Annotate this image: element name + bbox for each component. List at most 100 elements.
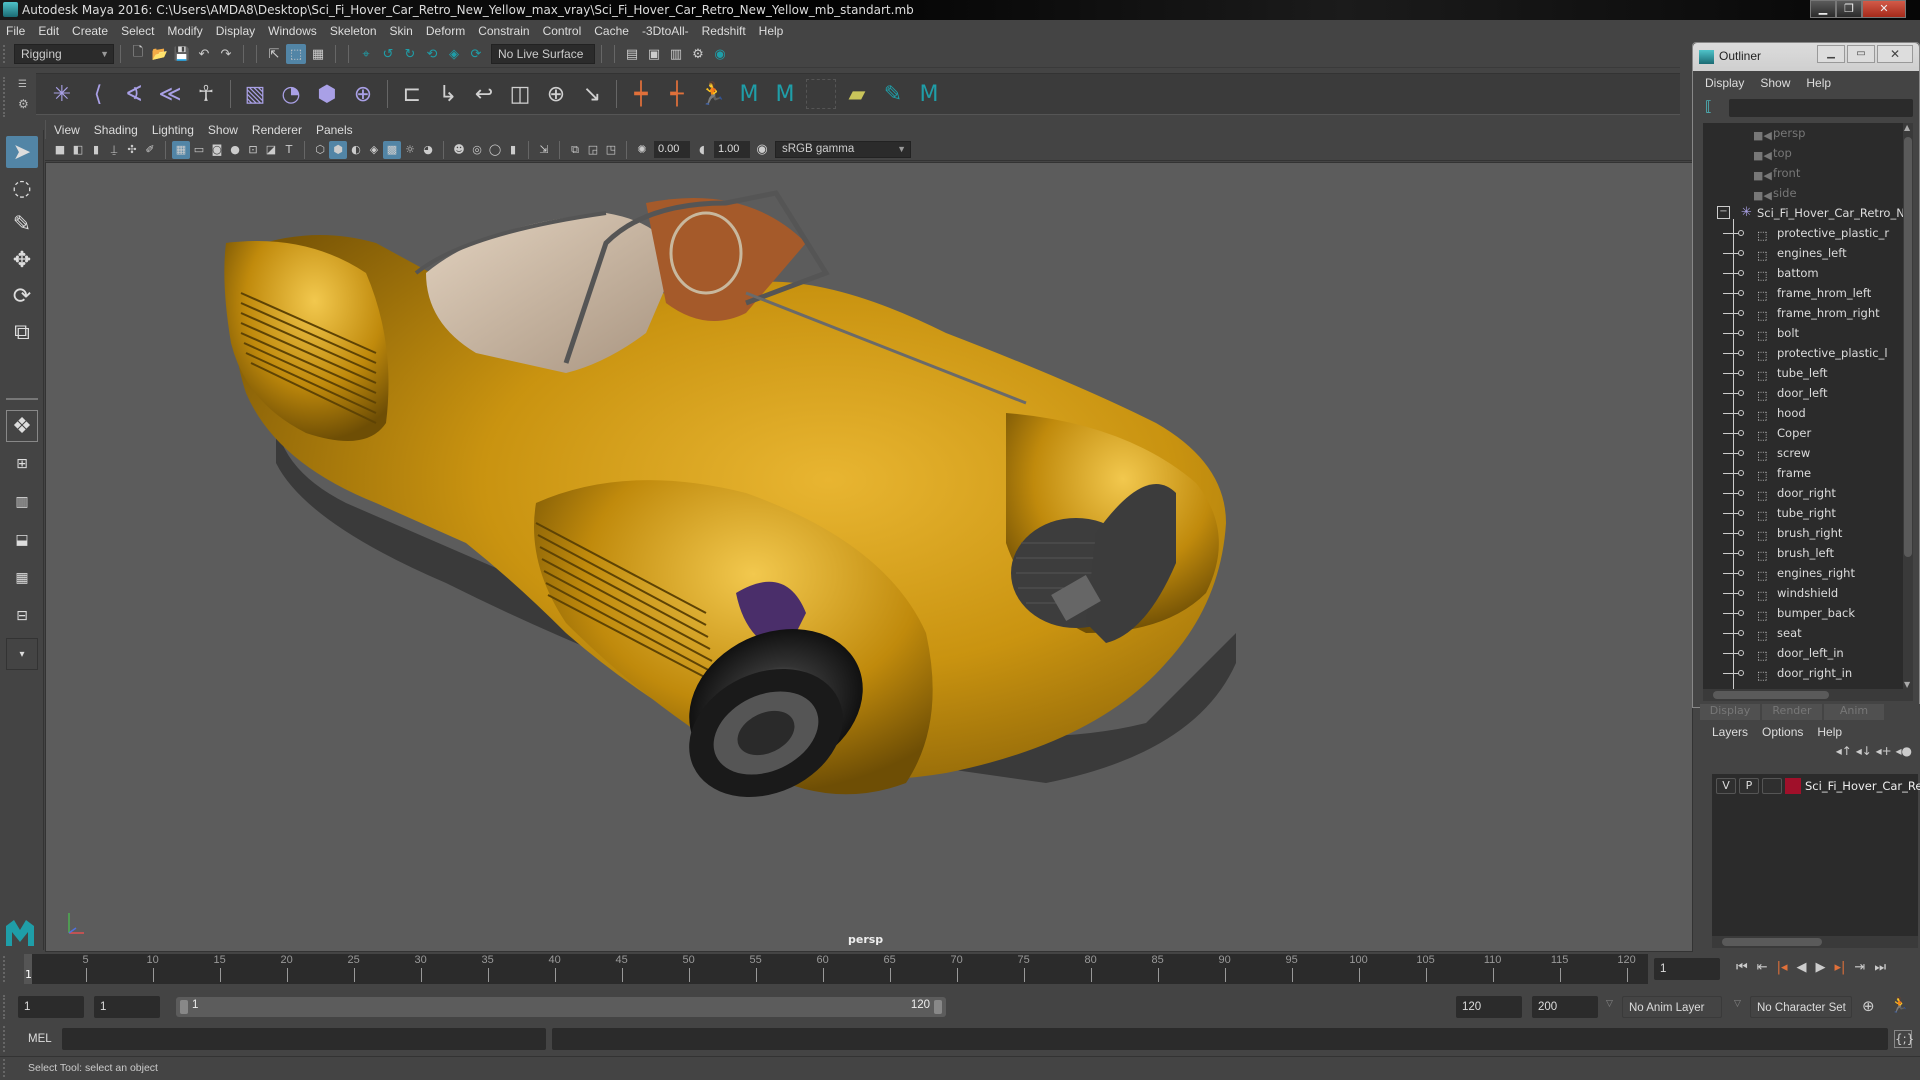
select-component-icon[interactable]: ▦ [308,44,328,64]
drag-grip[interactable] [3,956,7,982]
go-to-start-icon[interactable]: ⏮ [1736,960,1748,975]
filter-toggle-icon[interactable]: ⟦ [1705,99,1712,115]
menu-skeleton[interactable]: Skeleton [330,24,377,38]
animation-preferences-icon[interactable]: 🏃 [1890,996,1909,1014]
depth-of-field-icon[interactable]: ▮ [504,141,522,159]
tab-anim[interactable]: Anim [1824,704,1884,720]
image-plane-icon[interactable]: ⍊ [105,141,123,159]
xray-joints-icon[interactable]: ◳ [602,141,620,159]
chevron-down-icon[interactable]: ▽ [1734,999,1741,1009]
screen-space-ao-icon[interactable]: ☻ [450,141,468,159]
step-forward-key-icon[interactable]: ⇥ [1854,960,1865,975]
step-forward-frame-icon[interactable]: ▸| [1835,960,1846,975]
single-view-layout-icon[interactable]: ❖ [6,410,38,442]
layer-playback-toggle[interactable]: P [1739,778,1759,794]
smooth-bind-icon[interactable]: ◔ [276,79,306,109]
graph-persp-layout-icon[interactable]: ⬓ [6,524,38,556]
textured-icon[interactable]: ▩ [383,140,401,159]
snap-view-icon[interactable]: ⟲ [422,44,442,64]
layer-visibility-toggle[interactable]: V [1716,778,1736,794]
range-end-handle[interactable] [934,1000,942,1014]
new-layer-selected-icon[interactable]: ◂● [1896,744,1913,758]
layer-row[interactable]: V P Sci_Fi_Hover_Car_Retro [1716,776,1920,796]
grid-icon[interactable]: ▦ [172,140,190,159]
menu-control[interactable]: Control [543,24,582,38]
color-management-toggle-icon[interactable]: ◉ [753,141,771,159]
select-tool-icon[interactable]: ➤ [6,136,38,168]
menu-set-dropdown[interactable]: Rigging ▼ [14,44,114,64]
minimize-button[interactable]: ▁ [1810,0,1836,18]
scrollbar-thumb[interactable] [1713,691,1829,699]
scrollbar-thumb[interactable] [1904,137,1912,557]
lattice-icon[interactable]: ⬢ [312,79,342,109]
wireframe-on-shaded-icon[interactable]: ◈ [365,141,383,159]
anti-aliasing-icon[interactable]: ◯ [486,141,504,159]
script-editor-icon[interactable]: {;} [1894,1030,1914,1048]
snap-grid-icon[interactable]: ⌖ [356,44,376,64]
pole-vector-icon[interactable]: ↘ [577,79,607,109]
layer-menu-layers[interactable]: Layers [1712,725,1748,739]
new-layer-icon[interactable]: ◂+ [1876,744,1892,758]
panel-menu-lighting[interactable]: Lighting [152,123,194,137]
chevron-down-icon[interactable]: ▽ [1606,999,1613,1009]
outliner-menu-help[interactable]: Help [1806,76,1831,90]
parent-constraint-icon[interactable]: ⊏ [397,79,427,109]
xray-active-icon[interactable]: ◲ [584,141,602,159]
panel-menu-panels[interactable]: Panels [316,123,353,137]
empty-slot[interactable] [806,79,836,109]
camera-attributes-icon[interactable]: ◧ [69,141,87,159]
aim-constraint-icon[interactable]: ⊕ [541,79,571,109]
minimize-button[interactable]: ▁ [1817,45,1845,63]
two-d-pan-icon[interactable]: ✣ [123,141,141,159]
collapse-icon[interactable]: − [1717,206,1730,219]
step-back-key-icon[interactable]: ⇤ [1757,960,1768,975]
gamma-field[interactable]: 1.00 [714,141,750,158]
outliner-menu-show[interactable]: Show [1760,76,1790,90]
outliner-search-input[interactable] [1729,99,1913,117]
snap-point-icon[interactable]: ↻ [400,44,420,64]
resolution-gate-icon[interactable]: ◙ [208,141,226,159]
range-start-handle[interactable] [180,1000,188,1014]
menu-select[interactable]: Select [121,24,154,38]
playback-start-field[interactable]: 1 [94,996,160,1018]
film-gate-icon[interactable]: ▭ [190,141,208,159]
scale-constraint-icon[interactable]: ◫ [505,79,535,109]
new-scene-icon[interactable]: 🗋 [128,44,148,64]
move-layer-down-icon[interactable]: ◂↓ [1856,744,1872,758]
bind-skin-icon[interactable]: ▧ [240,79,270,109]
menu-skin[interactable]: Skin [390,24,413,38]
layer-color-swatch[interactable] [1785,778,1801,794]
outliner-tree[interactable]: ■◀ persp ■◀ top ■◀ front ■◀ side − ✳ Sci_Fi_Hover_… [1703,123,1903,689]
playback-end-field[interactable]: 120 [1456,996,1522,1018]
maya-logo-icon[interactable]: M [770,79,800,109]
open-scene-icon[interactable]: 📂 [150,44,170,64]
tab-render[interactable]: Render [1762,704,1822,720]
hypershade-persp-layout-icon[interactable]: ▦ [6,562,38,594]
render-globals-icon[interactable]: ⚙ [688,44,708,64]
scrollbar-thumb[interactable] [1722,938,1822,946]
smooth-shade-icon[interactable]: ⬢ [329,140,347,159]
current-time-indicator[interactable]: 1 [24,954,32,984]
panel-menu-show[interactable]: Show [208,123,238,137]
humanik-icon[interactable]: ☥ [191,79,221,109]
layout-dropdown-icon[interactable]: ▾ [6,638,38,670]
menu-deform[interactable]: Deform [426,24,465,38]
ik-handle-icon[interactable]: ⟨ [83,79,113,109]
bookmark-icon[interactable]: ▮ [87,141,105,159]
shadows-icon[interactable]: ◕ [419,141,437,159]
use-default-material-icon[interactable]: ◐ [347,141,365,159]
maya-logo-icon[interactable]: M [914,79,944,109]
gamma-icon[interactable]: ◖ [693,141,711,159]
view-transform-dropdown[interactable]: sRGB gamma ▼ [775,141,911,158]
paint-weights-icon[interactable]: ✎ [878,79,908,109]
camera-select-icon[interactable]: ■ [51,141,69,159]
drag-grip[interactable] [3,1026,7,1052]
render-frame-icon[interactable]: ▣ [644,44,664,64]
xray-icon[interactable]: ⧉ [566,141,584,159]
redo-icon[interactable]: ↷ [216,44,236,64]
shelf-grip[interactable] [3,77,7,117]
snap-surface-icon[interactable]: ◈ [444,44,464,64]
current-frame-field[interactable]: 1 [1654,958,1720,980]
scroll-up-icon[interactable]: ▲ [1904,123,1910,132]
isolate-select-icon[interactable]: ⇲ [535,141,553,159]
